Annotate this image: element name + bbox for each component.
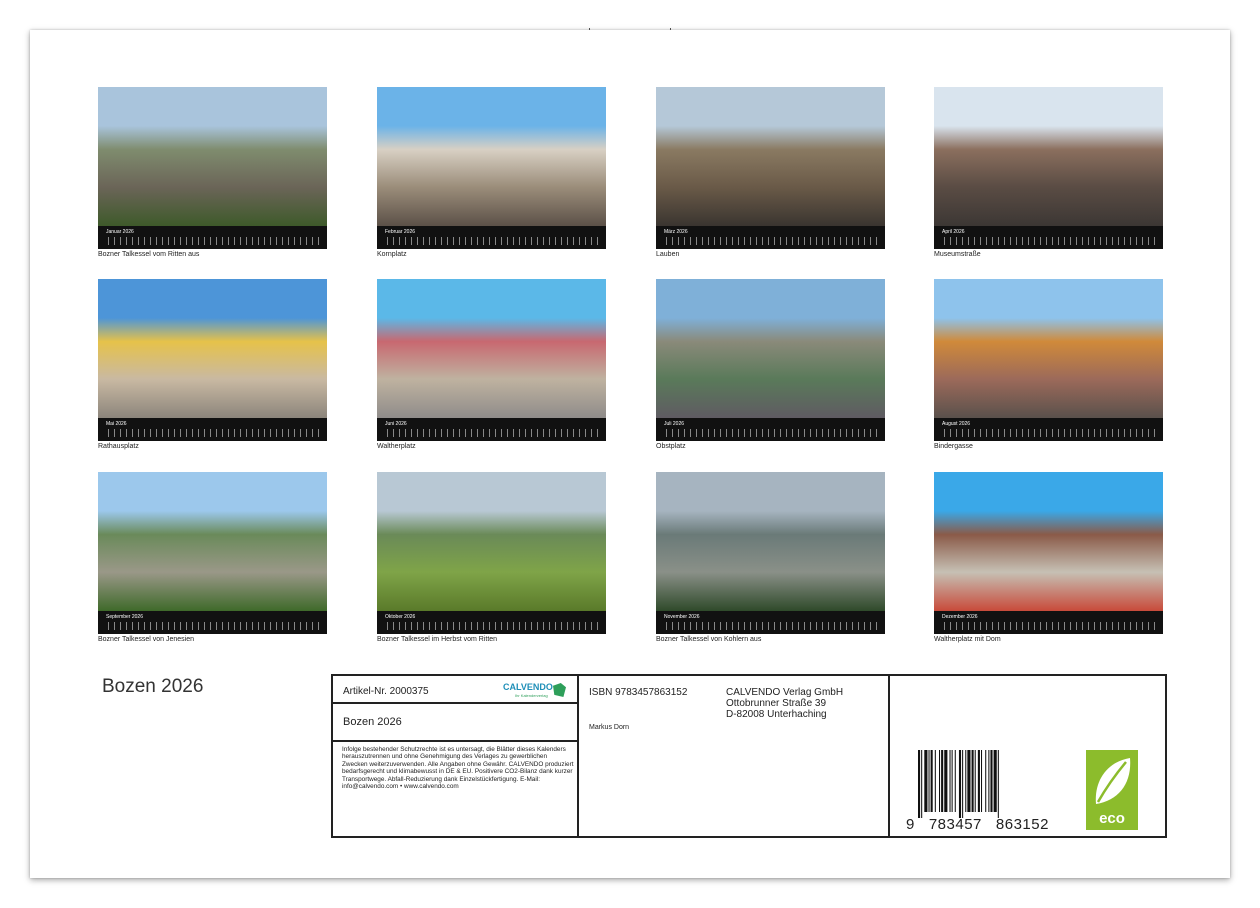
month-name: September 2026 bbox=[106, 614, 143, 620]
month-thumbnail: September 2026 Bozner Talkessel von Jenes… bbox=[98, 472, 327, 643]
month-calendar-strip: Oktober 2026 bbox=[377, 611, 606, 634]
month-photo bbox=[377, 87, 606, 226]
calvendo-logo-icon bbox=[553, 683, 566, 697]
month-thumbnail: August 2026 Bindergasse bbox=[934, 279, 1163, 450]
month-caption: Bozner Talkessel von Jenesien bbox=[98, 636, 194, 643]
day-grid bbox=[108, 237, 320, 245]
month-thumbnail: Juli 2026 Obstplatz bbox=[656, 279, 885, 450]
month-thumbnail: November 2026 Bozner Talkessel von Kohler… bbox=[656, 472, 885, 643]
month-caption: Kornplatz bbox=[377, 251, 407, 258]
month-photo bbox=[377, 279, 606, 418]
legal-text: Infolge bestehender Schutzrechte ist es … bbox=[342, 746, 574, 791]
author: Markus Dorn bbox=[589, 724, 630, 731]
month-calendar-strip: Januar 2026 bbox=[98, 226, 327, 249]
month-caption: Rathausplatz bbox=[98, 443, 139, 450]
month-thumbnail: Dezember 2026 Waltherplatz mit Dom bbox=[934, 472, 1163, 643]
barcode bbox=[918, 750, 999, 818]
month-photo bbox=[98, 279, 327, 418]
calvendo-logo: CALVENDO Ihr Kalenderverlag bbox=[501, 679, 571, 701]
month-name: Juni 2026 bbox=[385, 421, 407, 427]
article-box: Artikel-Nr. 2000375 CALVENDO Ihr Kalende… bbox=[331, 674, 579, 704]
month-thumbnail: Februar 2026 Kornplatz bbox=[377, 87, 606, 258]
month-caption: Bindergasse bbox=[934, 443, 973, 450]
month-photo bbox=[656, 472, 885, 611]
month-caption: Bozner Talkessel von Kohlern aus bbox=[656, 636, 762, 643]
month-thumbnail: Januar 2026 Bozner Talkessel vom Ritten a… bbox=[98, 87, 327, 258]
month-calendar-strip: Mai 2026 bbox=[98, 418, 327, 441]
month-caption: Waltherplatz mit Dom bbox=[934, 636, 1001, 643]
month-thumbnail: März 2026 Lauben bbox=[656, 87, 885, 258]
isbn: ISBN 9783457863152 bbox=[589, 687, 688, 698]
month-photo bbox=[98, 472, 327, 611]
day-grid bbox=[387, 429, 599, 437]
month-thumbnail: Mai 2026 Rathausplatz bbox=[98, 279, 327, 450]
month-caption: Bozner Talkessel im Herbst vom Ritten bbox=[377, 636, 498, 643]
month-thumbnail: Oktober 2026 Bozner Talkessel im Herbst v… bbox=[377, 472, 606, 643]
month-name: Februar 2026 bbox=[385, 229, 416, 235]
publisher-line-2: Ottobrunner Straße 39 bbox=[726, 698, 827, 709]
month-calendar-strip: November 2026 bbox=[656, 611, 885, 634]
month-photo bbox=[377, 472, 606, 611]
month-thumbnail: April 2026 Museumstraße bbox=[934, 87, 1163, 258]
day-grid bbox=[387, 622, 599, 630]
month-caption: Waltherplatz bbox=[377, 443, 416, 450]
day-grid bbox=[944, 429, 1156, 437]
month-thumbnail: Juni 2026 Waltherplatz bbox=[377, 279, 606, 450]
day-grid bbox=[666, 429, 878, 437]
month-name: Mai 2026 bbox=[106, 421, 127, 427]
month-name: November 2026 bbox=[664, 614, 700, 620]
month-calendar-strip: August 2026 bbox=[934, 418, 1163, 441]
month-calendar-strip: Februar 2026 bbox=[377, 226, 606, 249]
publisher-box: ISBN 9783457863152 Markus Dorn CALVENDO … bbox=[577, 674, 890, 838]
barcode-box: 9 783457 863152 eco bbox=[888, 674, 1167, 838]
publisher-line-3: D-82008 Unterhaching bbox=[726, 709, 827, 720]
month-calendar-strip: Dezember 2026 bbox=[934, 611, 1163, 634]
day-grid bbox=[666, 622, 878, 630]
month-photo bbox=[656, 279, 885, 418]
day-grid bbox=[108, 429, 320, 437]
page-title: Bozen 2026 bbox=[102, 676, 204, 697]
barcode-number: 9 783457 863152 bbox=[906, 816, 1049, 833]
month-photo bbox=[934, 472, 1163, 611]
month-photo bbox=[98, 87, 327, 226]
legal-box: Infolge bestehender Schutzrechte ist es … bbox=[331, 740, 579, 838]
leaf-icon bbox=[1095, 758, 1131, 804]
title-box: Bozen 2026 bbox=[331, 702, 579, 742]
publisher-line-1: CALVENDO Verlag GmbH bbox=[726, 687, 844, 698]
day-grid bbox=[944, 237, 1156, 245]
month-calendar-strip: Juni 2026 bbox=[377, 418, 606, 441]
month-caption: Lauben bbox=[656, 251, 680, 258]
month-calendar-strip: April 2026 bbox=[934, 226, 1163, 249]
month-caption: Obstplatz bbox=[656, 443, 686, 450]
eco-badge: eco bbox=[1086, 750, 1138, 830]
month-calendar-strip: Juli 2026 bbox=[656, 418, 885, 441]
month-name: Oktober 2026 bbox=[385, 614, 416, 620]
day-grid bbox=[108, 622, 320, 630]
month-name: Juli 2026 bbox=[664, 421, 685, 427]
month-calendar-strip: September 2026 bbox=[98, 611, 327, 634]
day-grid bbox=[387, 237, 599, 245]
month-name: Dezember 2026 bbox=[942, 614, 978, 620]
calendar-title: Bozen 2026 bbox=[343, 716, 402, 728]
month-photo bbox=[656, 87, 885, 226]
article-number: Artikel-Nr. 2000375 bbox=[343, 686, 429, 697]
month-calendar-strip: März 2026 bbox=[656, 226, 885, 249]
month-caption: Bozner Talkessel vom Ritten aus bbox=[98, 251, 200, 258]
month-photo bbox=[934, 279, 1163, 418]
month-photo bbox=[934, 87, 1163, 226]
month-name: April 2026 bbox=[942, 229, 965, 235]
month-name: Januar 2026 bbox=[106, 229, 134, 235]
day-grid bbox=[666, 237, 878, 245]
month-name: März 2026 bbox=[664, 229, 688, 235]
month-caption: Museumstraße bbox=[934, 251, 981, 258]
month-name: August 2026 bbox=[942, 421, 971, 427]
day-grid bbox=[944, 622, 1156, 630]
